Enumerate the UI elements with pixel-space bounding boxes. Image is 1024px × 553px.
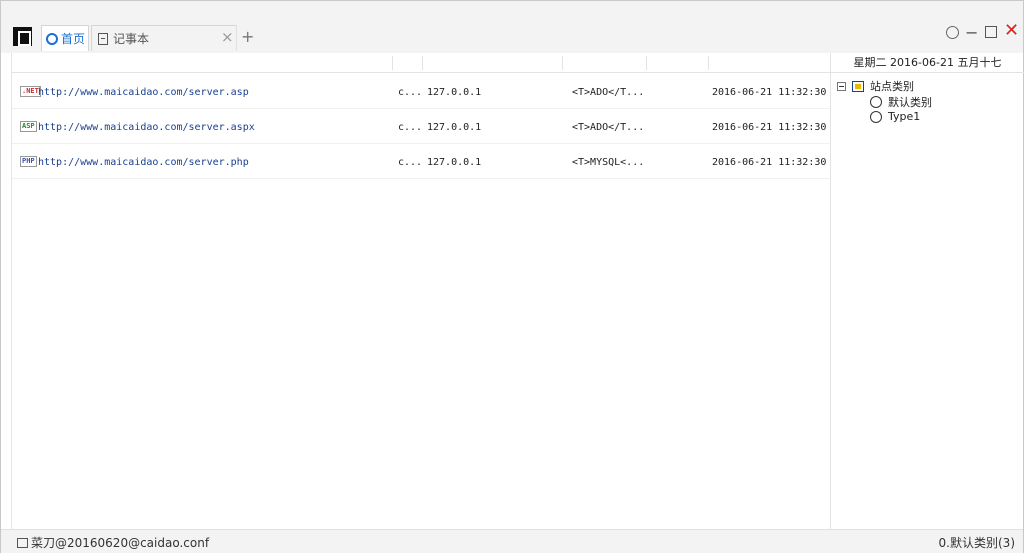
settings-circle-icon[interactable] — [946, 26, 959, 39]
category-ring-icon — [870, 96, 882, 108]
tab-close-icon[interactable]: × — [221, 30, 234, 45]
site-note: c... — [398, 122, 423, 133]
asp-file-icon: ASP — [20, 121, 37, 132]
site-note: c... — [398, 87, 423, 98]
site-list: .NET http://www.maicaidao.com/server.asp… — [11, 53, 830, 529]
site-config: <T>ADO</T... — [572, 122, 645, 133]
column-separator[interactable] — [392, 56, 393, 70]
database-icon — [17, 537, 28, 548]
app-window: 首页 记事本 × + − ✕ .NET http://www.maicaidao… — [0, 0, 1024, 553]
tab-home-label: 首页 — [61, 32, 86, 46]
close-button[interactable]: ✕ — [1004, 22, 1019, 40]
site-time: 2016-06-21 11:32:30 — [712, 87, 827, 98]
maximize-button[interactable] — [985, 26, 997, 38]
tree-item-default-category[interactable]: 默认类别 — [870, 94, 932, 110]
collapse-toggle-icon[interactable] — [837, 81, 846, 91]
tab-notepad-label: 记事本 — [113, 32, 150, 46]
date-display: 星期二 2016-06-21 五月十七 — [831, 53, 1024, 73]
status-config: 菜刀@20160620@caidao.conf — [17, 534, 209, 551]
status-bar: 菜刀@20160620@caidao.conf 0.默认类别(3) — [1, 529, 1023, 553]
site-url: http://www.maicaidao.com/server.php — [38, 157, 249, 168]
site-ip: 127.0.0.1 — [427, 122, 482, 133]
php-file-icon: PHP — [20, 156, 37, 167]
tree-item-label: Type1 — [888, 110, 921, 123]
add-tab-icon[interactable]: + — [241, 29, 254, 45]
site-time: 2016-06-21 11:32:30 — [712, 157, 827, 168]
home-ring-icon — [46, 32, 58, 45]
tab-notepad[interactable]: 记事本 — [91, 25, 237, 51]
site-url: http://www.maicaidao.com/server.aspx — [38, 122, 255, 133]
site-note: c... — [398, 157, 423, 168]
list-header — [12, 53, 830, 73]
status-category-count: 0.默认类别(3) — [938, 536, 1015, 550]
site-ip: 127.0.0.1 — [427, 87, 482, 98]
site-ip: 127.0.0.1 — [427, 157, 482, 168]
title-bar: 首页 记事本 × + − ✕ — [1, 1, 1023, 53]
column-separator[interactable] — [562, 56, 563, 70]
table-row[interactable]: PHP http://www.maicaidao.com/server.php … — [12, 145, 830, 179]
column-separator[interactable] — [708, 56, 709, 70]
category-panel: 星期二 2016-06-21 五月十七 站点类别 默认类别 Type1 — [830, 53, 1024, 529]
column-separator[interactable] — [646, 56, 647, 70]
tree-root-site-category[interactable]: 站点类别 — [837, 78, 914, 94]
tree-root-label: 站点类别 — [870, 80, 914, 93]
tree-item-type1[interactable]: Type1 — [870, 110, 920, 123]
tab-home[interactable]: 首页 — [41, 25, 89, 51]
tree-item-label: 默认类别 — [888, 96, 932, 109]
app-logo-icon[interactable] — [13, 27, 32, 46]
site-url: http://www.maicaidao.com/server.asp — [38, 87, 249, 98]
table-row[interactable]: ASP http://www.maicaidao.com/server.aspx… — [12, 110, 830, 144]
site-config: <T>ADO</T... — [572, 87, 645, 98]
document-icon — [98, 32, 108, 45]
site-time: 2016-06-21 11:32:30 — [712, 122, 827, 133]
table-row[interactable]: .NET http://www.maicaidao.com/server.asp… — [12, 75, 830, 109]
minimize-button[interactable]: − — [965, 25, 978, 41]
column-separator[interactable] — [422, 56, 423, 70]
category-folder-icon — [852, 80, 864, 92]
category-ring-icon — [870, 110, 882, 123]
site-config: <T>MYSQL<... — [572, 157, 645, 168]
status-config-label: 菜刀@20160620@caidao.conf — [31, 536, 210, 550]
